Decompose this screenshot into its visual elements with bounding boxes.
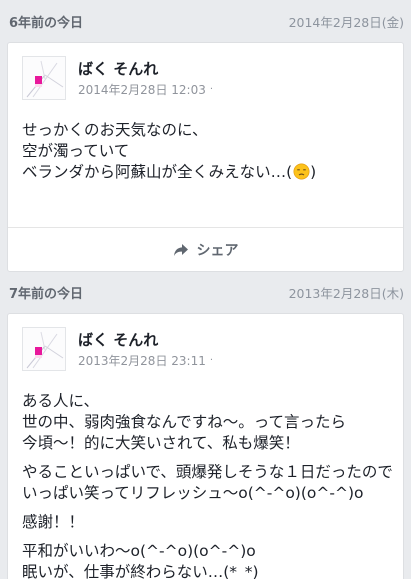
post-line: やることいっぱいで、頭爆発しそうな１日だったので	[22, 463, 393, 481]
meta-separator: ·	[209, 83, 214, 95]
post-line: 空が濁っていて	[22, 142, 130, 160]
author-name[interactable]: ばく そんれ	[78, 331, 213, 350]
section-title: 6年前の今日	[9, 15, 84, 31]
post-paragraph: 感謝！！	[22, 512, 389, 533]
section-header: 6年前の今日 2014年2月28日(金)	[0, 0, 411, 42]
post-card: ばく そんれ 2014年2月28日 12:03 · せっかくのお天気なのに、 空…	[7, 42, 404, 272]
avatar-image-icon	[26, 60, 64, 98]
post-line: 世の中、弱肉強食なんですね〜。って言ったら	[22, 413, 346, 431]
post-timestamp[interactable]: 2014年2月28日 12:03	[78, 83, 206, 97]
post-line: ベランダから阿蘇山が全くみえない…()	[22, 162, 389, 183]
post-line-text: ベランダから阿蘇山が全くみえない…(	[22, 163, 293, 181]
post-paragraph: 平和がいいわ〜o(^-^o)(o^-^)o 眠いが、仕事が終わらない…(*_*)	[22, 541, 389, 579]
meta-separator: ·	[209, 354, 214, 366]
avatar[interactable]	[22, 327, 66, 371]
section-title: 7年前の今日	[9, 287, 84, 302]
post-line: 感謝！！	[22, 513, 85, 531]
post-header: ばく そんれ 2014年2月28日 12:03 ·	[8, 43, 403, 108]
post-text: ある人に、 世の中、弱肉強食なんですね〜。って言ったら 今頃〜！的に大笑いされて…	[8, 379, 403, 579]
memory-section-6-years: 6年前の今日 2014年2月28日(金) ばく そんれ 2014年2月28日 1…	[0, 0, 411, 272]
post-header: ばく そんれ 2013年2月28日 23:11 ·	[8, 314, 403, 379]
share-arrow-icon	[173, 243, 188, 256]
post-line: いっぱい笑ってリフレッシュ〜o(^-^o)(o^-^)o	[22, 484, 364, 502]
post-line: 平和がいいわ〜o(^-^o)(o^-^)o	[22, 542, 256, 560]
post-card: ばく そんれ 2013年2月28日 23:11 · ある人に、 世の中、弱肉強食…	[7, 313, 404, 579]
unamused-face-icon	[293, 163, 310, 180]
share-label: シェア	[196, 242, 239, 259]
share-button[interactable]: シェア	[8, 227, 403, 271]
memory-section-7-years: 7年前の今日 2013年2月28日(木) ばく そんれ 2013年2月28日 2…	[0, 272, 411, 579]
section-date: 2013年2月28日(木)	[288, 286, 404, 301]
post-paragraph: やることいっぱいで、頭爆発しそうな１日だったので いっぱい笑ってリフレッシュ〜o…	[22, 462, 393, 504]
post-text: せっかくのお天気なのに、 空が濁っていて ベランダから阿蘇山が全くみえない…()	[8, 108, 403, 183]
author-name[interactable]: ばく そんれ	[78, 60, 213, 79]
post-line: せっかくのお天気なのに、	[22, 121, 208, 139]
avatar[interactable]	[22, 56, 66, 100]
section-header: 7年前の今日 2013年2月28日(木)	[0, 272, 411, 313]
post-paragraph: ある人に、 世の中、弱肉強食なんですね〜。って言ったら 今頃〜！的に大笑いされて…	[22, 391, 389, 454]
post-line: 眠いが、仕事が終わらない…(*_*)	[22, 563, 259, 579]
post-timestamp[interactable]: 2013年2月28日 23:11	[78, 354, 206, 368]
section-date: 2014年2月28日(金)	[288, 14, 404, 30]
avatar-image-icon	[26, 331, 64, 369]
post-line: ある人に、	[22, 392, 100, 410]
post-line: 今頃〜！的に大笑いされて、私も爆笑！	[22, 434, 300, 452]
post-line-suffix: )	[310, 163, 317, 181]
